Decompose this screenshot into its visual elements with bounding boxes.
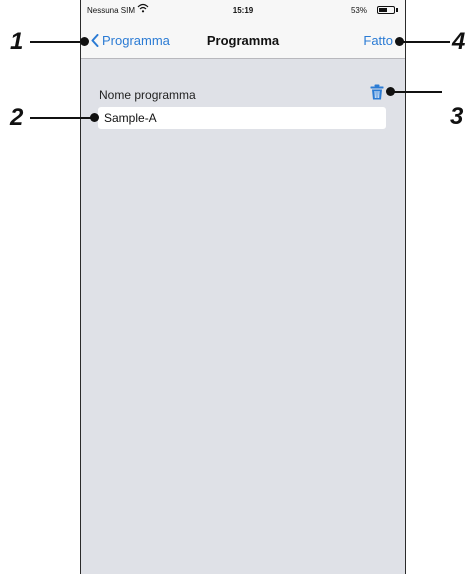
callout-4-line bbox=[400, 41, 450, 43]
battery-icon bbox=[377, 6, 395, 14]
callout-1-dot bbox=[80, 37, 89, 46]
status-bar: Nessuna SIM 15:19 53% bbox=[81, 0, 405, 20]
callout-1: 1 bbox=[10, 28, 24, 55]
callout-2-dot bbox=[90, 113, 99, 122]
callout-3: 3 bbox=[450, 103, 464, 130]
program-name-input[interactable] bbox=[98, 107, 386, 129]
battery-tip bbox=[396, 8, 398, 12]
callout-4-dot bbox=[395, 37, 404, 46]
callout-3-line bbox=[390, 91, 442, 93]
done-button[interactable]: Fatto bbox=[363, 33, 393, 48]
battery-percent: 53% bbox=[350, 6, 367, 15]
program-name-label: Nome programma bbox=[99, 88, 196, 102]
callout-1-line bbox=[30, 41, 80, 43]
callout-3-dot bbox=[386, 87, 395, 96]
navigation-bar: Programma Programma Fatto bbox=[81, 20, 405, 59]
callout-2: 2 bbox=[10, 104, 24, 131]
trash-icon[interactable] bbox=[370, 84, 384, 100]
phone-screen: Nessuna SIM 15:19 53% Programma Programm… bbox=[80, 0, 406, 574]
callout-2-line bbox=[30, 117, 92, 119]
callout-4: 4 bbox=[452, 28, 466, 55]
page-title: Programma bbox=[206, 33, 280, 48]
